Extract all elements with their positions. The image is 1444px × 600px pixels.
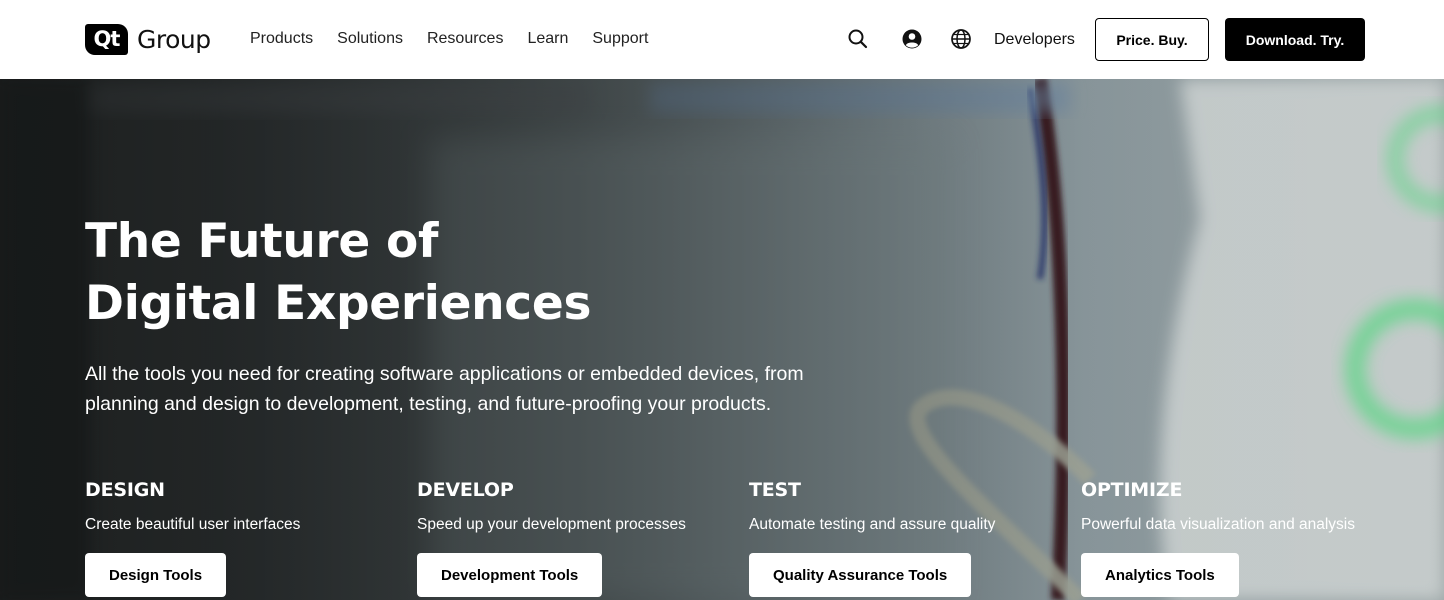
user-account-icon[interactable] [901,28,923,50]
test-column: TEST Automate testing and assure quality… [749,478,996,597]
hero-title-line-1: The Future of [85,214,439,269]
design-column: DESIGN Create beautiful user interfaces … [85,478,301,597]
nav-products[interactable]: Products [250,28,313,50]
test-description: Automate testing and assure quality [749,516,996,533]
nav-resources[interactable]: Resources [427,28,503,50]
search-icon[interactable] [847,28,869,50]
site-header: Qt Group Products Solutions Resources Le… [0,0,1444,79]
develop-heading: DEVELOP [417,479,514,501]
hero-subtitle-line-2: planning and design to development, test… [85,393,772,415]
hero-title-line-2: Digital Experiences [85,276,592,331]
design-tools-button[interactable]: Design Tools [85,553,227,597]
nav-solutions[interactable]: Solutions [337,28,403,50]
hero-subtitle: All the tools you need for creating soft… [85,359,805,419]
hero-title: The Future of Digital Experiences [85,211,591,335]
hero-section: The Future of Digital Experiences All th… [0,79,1444,600]
optimize-heading: OPTIMIZE [1081,479,1183,501]
nav-support[interactable]: Support [592,28,648,50]
develop-description: Speed up your development processes [417,516,686,533]
optimize-description: Powerful data visualization and analysis [1081,516,1355,533]
develop-column: DEVELOP Speed up your development proces… [417,478,686,597]
hero-subtitle-line-1: All the tools you need for creating soft… [85,363,804,385]
test-heading: TEST [749,479,801,501]
nav-learn[interactable]: Learn [527,28,568,50]
optimize-column: OPTIMIZE Powerful data visualization and… [1081,478,1355,597]
logo-wordmark: Group [137,24,211,54]
design-heading: DESIGN [85,479,165,501]
development-tools-button[interactable]: Development Tools [417,553,603,597]
design-description: Create beautiful user interfaces [85,516,301,533]
main-navigation: Products Solutions Resources Learn Suppo… [250,28,672,50]
globe-icon[interactable] [950,28,972,50]
download-try-button[interactable]: Download. Try. [1225,18,1365,61]
qt-group-logo[interactable]: Qt Group [85,23,211,55]
analytics-tools-button[interactable]: Analytics Tools [1081,553,1239,597]
price-buy-button[interactable]: Price. Buy. [1095,18,1209,61]
qt-logo-mark: Qt [85,23,128,55]
developers-link[interactable]: Developers [994,29,1075,51]
quality-assurance-tools-button[interactable]: Quality Assurance Tools [749,553,972,597]
